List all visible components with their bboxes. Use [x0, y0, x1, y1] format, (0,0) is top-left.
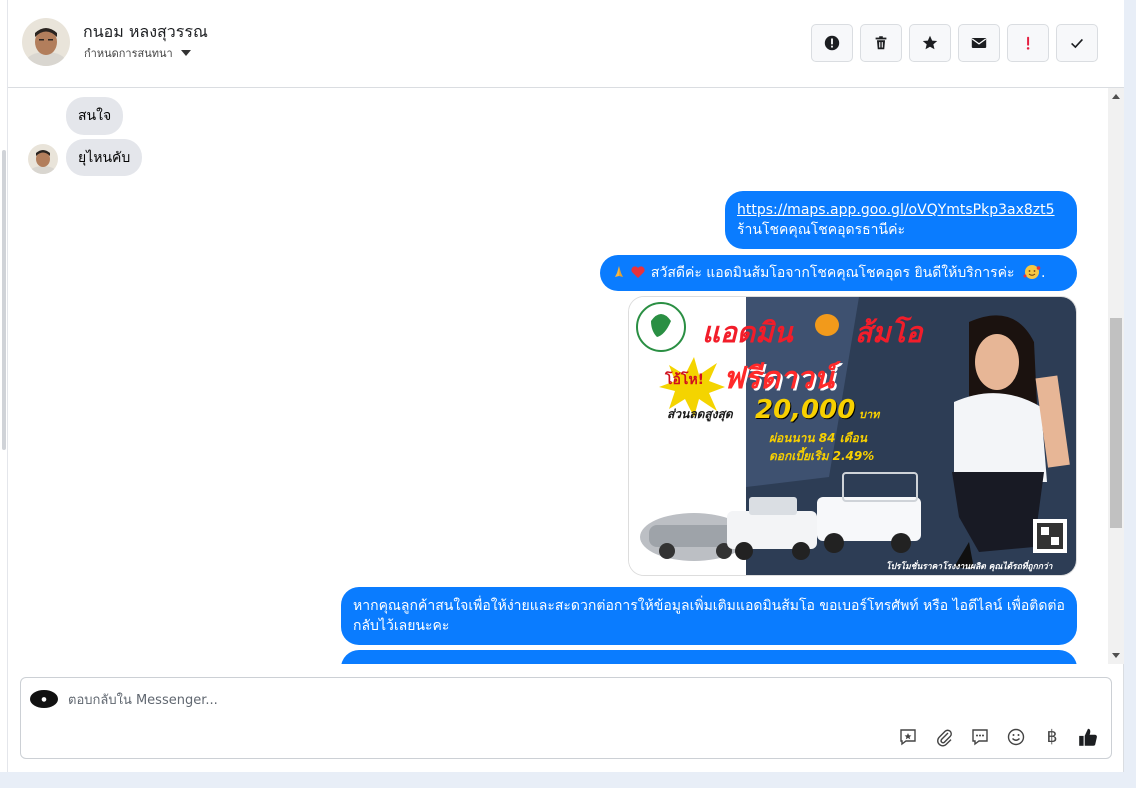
message-text: ร้านโชคคุณโชคอุดรธานีค่ะ	[737, 222, 905, 238]
paperclip-icon	[937, 729, 952, 747]
header-actions	[811, 24, 1098, 62]
smiley-icon	[1007, 728, 1025, 746]
attach-button[interactable]	[933, 726, 955, 748]
thumbs-up-icon	[1079, 728, 1097, 746]
outgoing-message[interactable]: https://maps.app.goo.gl/oVQYmtsPkp3ax8zt…	[725, 191, 1077, 249]
baht-icon: ฿	[1046, 727, 1058, 747]
message-text: สนใจ	[78, 108, 112, 124]
mark-spam-button[interactable]	[811, 24, 853, 62]
orange-icon	[815, 314, 839, 336]
outgoing-message-partial[interactable]	[341, 650, 1077, 664]
promo-interest: ดอกเบี้ยเริ่ม 2.49%	[769, 449, 875, 463]
thread-scrollbar[interactable]	[1108, 88, 1124, 664]
chat-bubble-icon	[972, 729, 988, 746]
scroll-down-arrow-icon[interactable]	[1112, 653, 1120, 658]
saved-reply-button[interactable]	[897, 726, 919, 748]
promo-installment: ผ่อนนาน 84 เดือน	[769, 431, 867, 445]
envelope-icon	[971, 38, 987, 48]
star-button[interactable]	[909, 24, 951, 62]
page-logo-mark: ●	[41, 695, 47, 703]
like-button[interactable]	[1077, 726, 1099, 748]
left-scrollbar[interactable]	[2, 150, 6, 450]
assign-conversation-dropdown[interactable]: กำหนดการสนทนา	[84, 44, 191, 62]
payment-button[interactable]: ฿	[1041, 726, 1063, 748]
incoming-message[interactable]: สนใจ	[66, 97, 124, 135]
reply-input[interactable]	[68, 690, 868, 710]
left-panel-edge	[0, 0, 8, 772]
incoming-message[interactable]: ยุไหนคับ	[66, 139, 143, 176]
emoji-button[interactable]	[1005, 726, 1027, 748]
promo-image[interactable]: แอดมิน ส้มโอ โอ้โห! ฟรีดาวน์ ส่วนลดสูงสุ…	[628, 296, 1077, 576]
page-avatar: ●	[30, 690, 58, 708]
sender-avatar[interactable]	[28, 144, 58, 174]
composer-tools: ฿	[897, 726, 1099, 748]
chat-star-icon	[900, 729, 916, 746]
promo-badge: โอ้โห!	[665, 372, 705, 388]
message-text: สวัสดีค่ะ แอดมินส้มโอจากโชคคุณโชคอุดร ยิ…	[650, 265, 1015, 281]
contact-avatar[interactable]	[22, 18, 70, 66]
red-heart-emoji	[630, 265, 646, 279]
contact-name[interactable]: กนอม หลงสุวรรณ	[83, 20, 208, 45]
scroll-thumb[interactable]	[1110, 318, 1122, 528]
smiling-hearts-emoji	[1023, 264, 1041, 280]
message-suffix: .	[1040, 265, 1046, 281]
praying-hands-emoji	[612, 265, 626, 279]
promo-footer: โปรโมชั่นราคาโรงงานผลิต คุณได้รถที่ถูกกว…	[886, 562, 1053, 572]
conversation-header: กนอม หลงสุวรรณ กำหนดการสนทนา	[8, 0, 1124, 88]
alert-circle-icon	[824, 35, 840, 51]
promo-headline-left: แอดมิน	[702, 316, 793, 349]
promo-headline-right: ส้มโอ	[855, 316, 923, 349]
exclamation-icon	[1026, 36, 1030, 50]
outgoing-message[interactable]: หากคุณลูกค้าสนใจเพื่อให้ง่ายและสะดวกต่อก…	[341, 587, 1077, 645]
promo-discount-unit: บาท	[859, 408, 880, 421]
delete-button[interactable]	[860, 24, 902, 62]
assign-label: กำหนดการสนทนา	[84, 47, 173, 60]
quick-reply-button[interactable]	[969, 726, 991, 748]
important-button[interactable]	[1007, 24, 1049, 62]
trash-icon	[875, 36, 887, 50]
scroll-up-arrow-icon[interactable]	[1112, 94, 1120, 99]
promo-discount-value: 20,000	[755, 395, 856, 425]
message-thread[interactable]: สนใจ ยุไหนคับ https://maps.app.goo.gl/oV…	[8, 88, 1108, 664]
checkmark-icon	[1071, 38, 1083, 49]
outgoing-message[interactable]: สวัสดีค่ะ แอดมินส้มโอจากโชคคุณโชคอุดร ยิ…	[600, 255, 1077, 291]
mark-unread-button[interactable]	[958, 24, 1000, 62]
map-link[interactable]: https://maps.app.goo.gl/oVQYmtsPkp3ax8zt…	[737, 202, 1055, 218]
message-text: หากคุณลูกค้าสนใจเพื่อให้ง่ายและสะดวกต่อก…	[353, 598, 1065, 634]
star-icon	[922, 35, 938, 50]
done-button[interactable]	[1056, 24, 1098, 62]
promo-discount-label: ส่วนลดสูงสุด	[667, 407, 733, 421]
message-text: ยุไหนคับ	[78, 149, 131, 166]
caret-down-icon	[180, 50, 191, 56]
reply-composer: ● ฿	[20, 677, 1112, 759]
